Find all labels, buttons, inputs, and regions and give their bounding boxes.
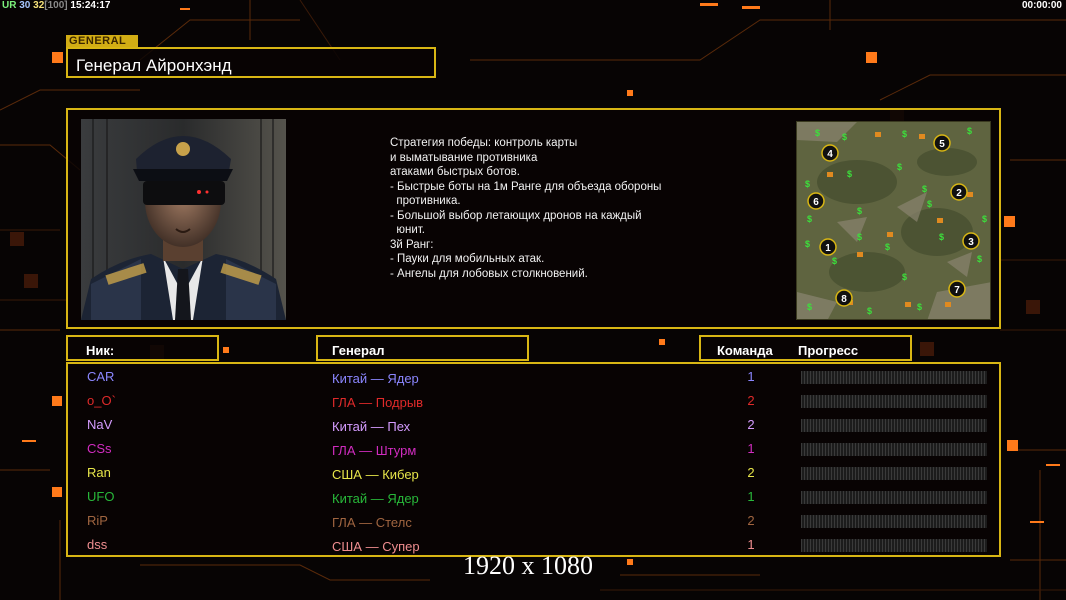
general-description: Стратегия победы: контроль карты и вымат… (390, 136, 720, 281)
spawn-label: 7 (954, 285, 960, 296)
hud-fps-cap: 32 (33, 0, 45, 11)
player-progress-bar (801, 467, 987, 480)
header-general-box: Генерал (316, 335, 529, 361)
player-general: Китай — Пех (332, 419, 411, 434)
spawn-label: 5 (939, 139, 945, 150)
player-progress-bar (801, 395, 987, 408)
header-team: Команда (717, 343, 773, 358)
player-progress-bar (801, 443, 987, 456)
description-line: Стратегия победы: контроль карты (390, 137, 578, 149)
player-nick: dss (87, 537, 108, 552)
general-info-panel: Стратегия победы: контроль карты и вымат… (66, 108, 1001, 329)
player-nick: UFO (87, 489, 115, 504)
player-row: CSs ГЛА — Штурм 1 (68, 438, 999, 462)
description-line: - Большой выбор летающих дронов на кажды… (390, 209, 642, 222)
player-nick: o_O` (87, 393, 116, 408)
general-portrait (81, 119, 286, 320)
spawn-label: 2 (956, 188, 962, 199)
description-line: и выматывание противника (390, 151, 538, 164)
spawn-label: 6 (813, 197, 819, 208)
player-row: CAR Китай — Ядер 1 (68, 366, 999, 390)
header-team-progress-box: Команда Прогресс (699, 335, 912, 361)
header-nick: Ник: (86, 343, 115, 358)
player-row: UFO Китай — Ядер 1 (68, 486, 999, 510)
player-general: Китай — Ядер (332, 491, 419, 506)
player-general: США — Кибер (332, 467, 419, 482)
general-title-box: Генерал Айронхэнд (66, 47, 436, 78)
description-line: юнит. (390, 224, 425, 236)
player-team: 1 (747, 369, 755, 384)
player-team: 2 (747, 465, 755, 480)
description-line: - Быстрые боты на 1м Ранге для объезда о… (390, 180, 662, 193)
player-team: 1 (747, 489, 755, 504)
general-name: Генерал Айронхэнд (76, 56, 232, 75)
player-progress-bar (801, 419, 987, 432)
player-nick: CAR (87, 369, 115, 384)
player-general: ГЛА — Штурм (332, 443, 417, 458)
player-team: 2 (747, 393, 755, 408)
hud-clock: 15:24:17 (70, 0, 111, 11)
player-team: 1 (747, 537, 755, 552)
player-progress-bar (801, 539, 987, 552)
player-nick: CSs (87, 441, 112, 456)
hud-fps-max: [100] (44, 0, 68, 11)
player-general: США — Супер (332, 539, 420, 554)
header-nick-box: Ник: (66, 335, 219, 361)
fps-counter: UR 30 32[100] 15:24:17 (2, 0, 110, 11)
description-line: 3й Ранг: (390, 238, 434, 251)
description-line: - Ангелы для лобовых столкновений. (390, 267, 588, 280)
hud-fps: 30 (19, 0, 31, 11)
player-row: NaV Китай — Пех 2 (68, 414, 999, 438)
player-general: ГЛА — Подрыв (332, 395, 424, 410)
player-team: 2 (747, 417, 755, 432)
map-preview[interactable]: $ $ $ $ $ $ $ $ $ $ $ $ $ $ $ $ $ $ $ $ $ $ (796, 121, 991, 320)
player-row: o_O` ГЛА — Подрыв 2 (68, 390, 999, 414)
player-row: RiP ГЛА — Стелс 2 (68, 510, 999, 534)
player-nick: RiP (87, 513, 108, 528)
player-team: 1 (747, 441, 755, 456)
description-line: атаками быстрых ботов. (390, 166, 520, 178)
player-list: CAR Китай — Ядер 1 o_O` ГЛА — Подрыв 2 N… (66, 362, 1001, 557)
resolution-overlay: 1920 x 1080 (463, 551, 593, 580)
player-team: 2 (747, 513, 755, 528)
player-progress-bar (801, 371, 987, 384)
player-nick: Ran (87, 465, 111, 480)
game-timer: 00:00:00 (1021, 0, 1062, 11)
description-line: - Пауки для мобильных атак. (390, 253, 545, 265)
player-progress-bar (801, 491, 987, 504)
description-line: противника. (390, 195, 461, 207)
player-general: ГЛА — Стелс (332, 515, 412, 530)
spawn-label: 3 (968, 237, 974, 248)
player-general: Китай — Ядер (332, 371, 419, 386)
player-progress-bar (801, 515, 987, 528)
header-progress: Прогресс (798, 343, 859, 358)
header-general: Генерал (332, 343, 385, 358)
player-nick: NaV (87, 417, 113, 432)
hud-ur-label: UR (2, 0, 17, 11)
player-row: Ran США — Кибер 2 (68, 462, 999, 486)
spawn-label: 4 (827, 149, 833, 160)
spawn-label: 1 (825, 243, 831, 254)
spawn-label: 8 (841, 294, 847, 305)
